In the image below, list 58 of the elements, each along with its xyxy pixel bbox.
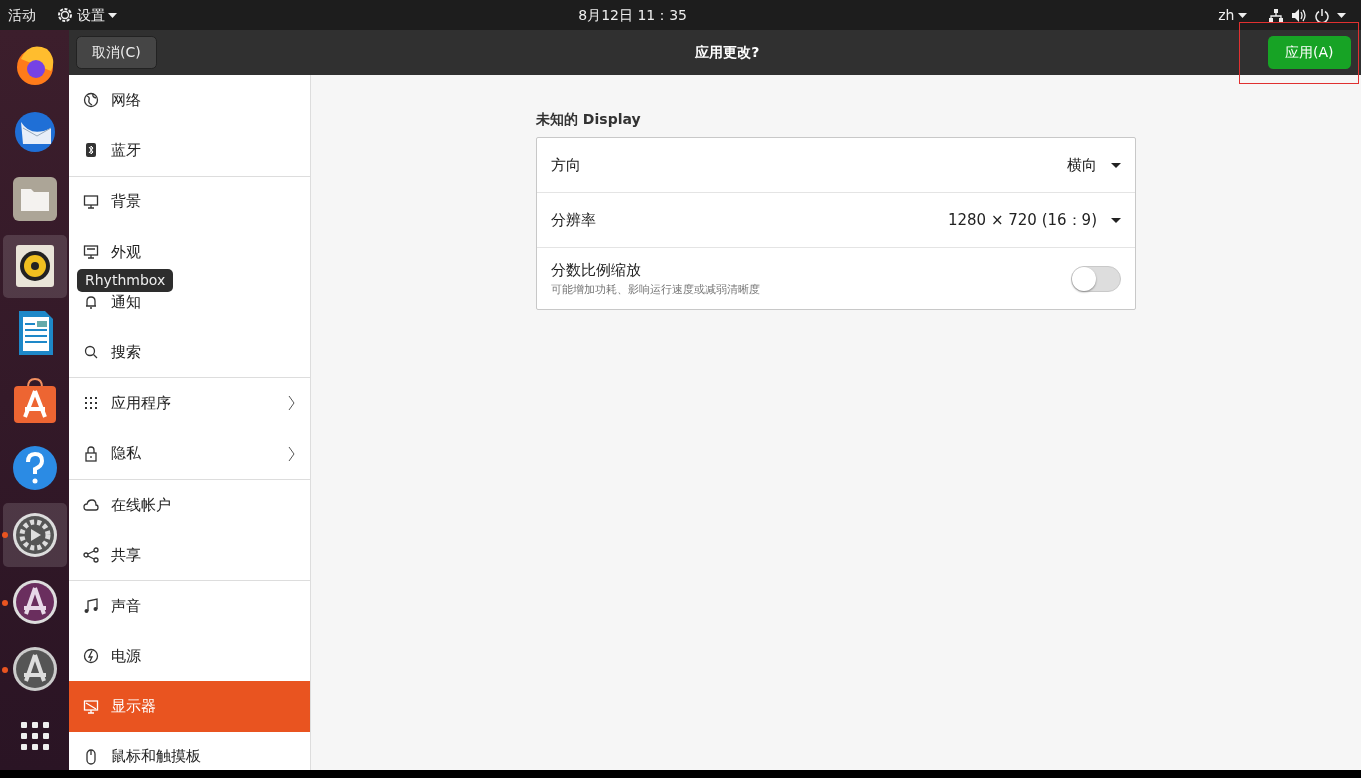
sidebar-item[interactable]: 鼠标和触摸板	[111, 745, 201, 768]
cloud-icon	[83, 496, 99, 513]
system-menu[interactable]	[1268, 7, 1346, 23]
letter-a-circle-icon[interactable]	[10, 578, 59, 627]
dropdown[interactable]: 横向	[1067, 153, 1121, 177]
window-title: 应用更改?	[695, 44, 760, 61]
toggle-switch[interactable]	[1071, 265, 1121, 292]
monitor-icon	[83, 243, 99, 260]
caret-icon	[108, 12, 117, 18]
power-icon	[1314, 7, 1330, 23]
grid-icon	[83, 395, 99, 412]
setting-label: 分数比例缩放	[551, 260, 642, 282]
sidebar-item[interactable]: 电源	[111, 645, 141, 668]
sidebar-item[interactable]: 通知	[111, 290, 141, 314]
display-icon	[83, 698, 99, 715]
language-menu[interactable]: zh	[1218, 4, 1247, 26]
globe-icon	[83, 92, 99, 109]
mouse-icon	[83, 748, 99, 765]
sidebar-item[interactable]: 外观	[111, 240, 141, 264]
sidebar-item[interactable]: 共享	[111, 543, 141, 567]
tooltip: Rhythmbox	[77, 269, 174, 292]
network-icon	[1268, 7, 1284, 23]
setting-label: 分辨率	[551, 209, 597, 231]
app-menu[interactable]: 设置	[57, 4, 117, 26]
caret-icon	[1337, 12, 1346, 18]
sidebar-item[interactable]: 背景	[111, 190, 141, 213]
letter-a-circle-icon[interactable]	[10, 645, 59, 694]
volume-icon	[1291, 7, 1307, 23]
caret-icon	[1238, 12, 1247, 18]
sidebar-item[interactable]: 隐私	[111, 442, 141, 465]
setting-hint: 可能增加功耗、影响运行速度或减弱清晰度	[551, 281, 761, 298]
lightning-icon	[83, 648, 99, 665]
sidebar-item[interactable]: 应用程序	[111, 392, 171, 415]
sidebar-item[interactable]: 显示器	[69, 681, 310, 732]
caret-icon	[1111, 217, 1121, 223]
share-icon	[83, 546, 99, 563]
sidebar-item[interactable]: 蓝牙	[111, 139, 141, 162]
lock-icon	[83, 445, 99, 462]
monitor-icon	[83, 193, 99, 210]
caret-icon	[1111, 162, 1121, 168]
sidebar-item[interactable]: 在线帐户	[111, 493, 171, 516]
section-title: 未知的 Display	[536, 110, 642, 130]
gear-icon	[57, 7, 73, 23]
bell-icon	[83, 294, 99, 310]
sidebar-item[interactable]: 网络	[111, 89, 141, 112]
cancel-button[interactable]: 取消(C)	[76, 36, 157, 70]
question-mark-icon[interactable]	[10, 443, 59, 492]
setting-label: 方向	[551, 154, 582, 176]
bluetooth-icon	[83, 142, 99, 159]
folder-icon[interactable]	[10, 174, 59, 223]
music-note-icon	[83, 598, 99, 615]
sidebar-item[interactable]: 搜索	[111, 340, 141, 364]
gear-icon[interactable]	[10, 510, 59, 559]
dropdown[interactable]: 1280 × 720 (16：9)	[948, 208, 1121, 232]
activities-button[interactable]: 活动	[8, 4, 36, 26]
search-icon	[83, 344, 99, 361]
clock[interactable]: 8月12日 11：35	[578, 6, 688, 23]
sidebar-item[interactable]: 声音	[111, 594, 141, 618]
